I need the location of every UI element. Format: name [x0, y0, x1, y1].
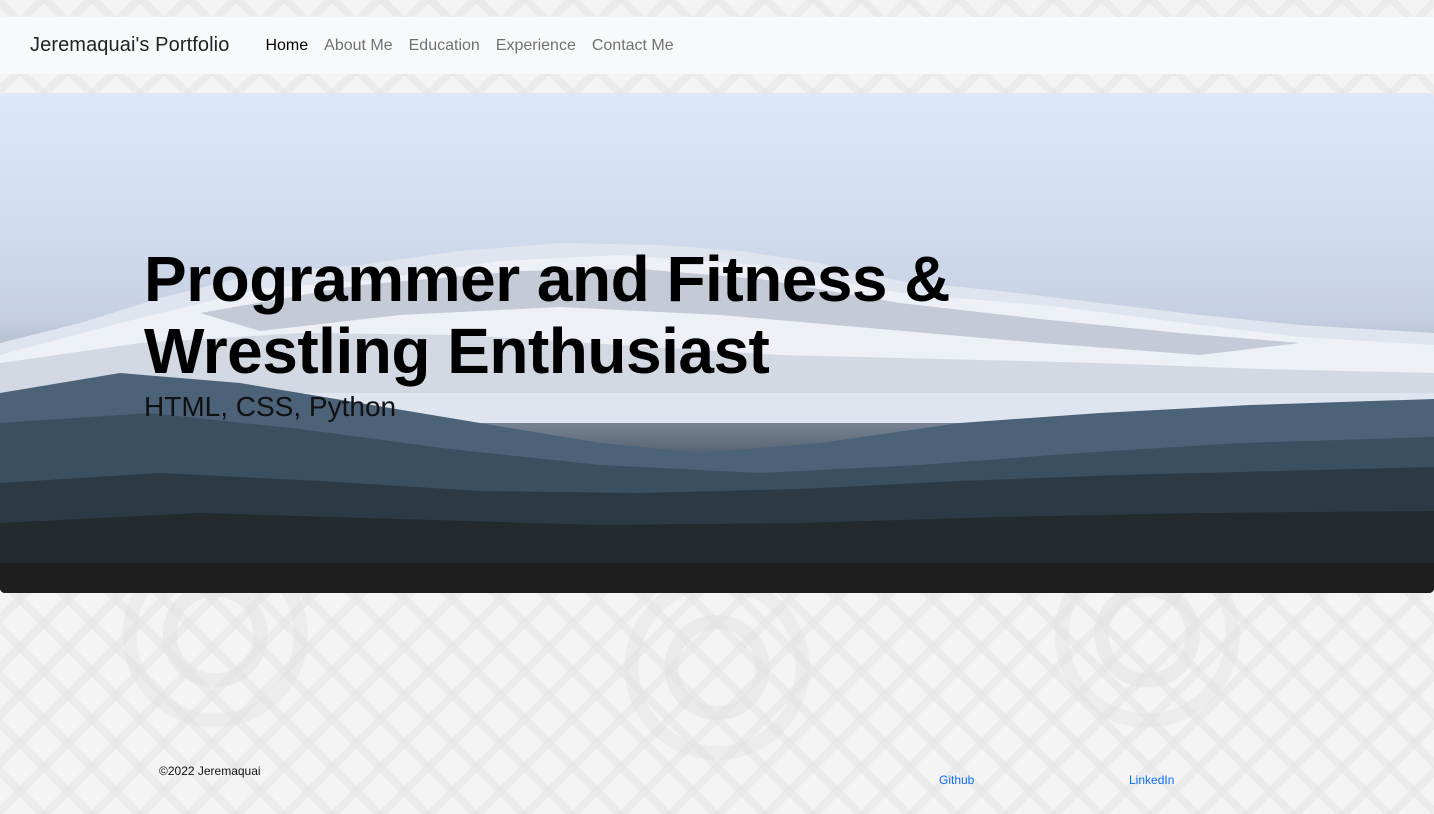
hero-title: Programmer and Fitness & Wrestling Enthu…	[144, 243, 951, 387]
footer-link-linkedin[interactable]: LinkedIn	[1129, 773, 1174, 787]
nav-link-about-me[interactable]: About Me	[324, 37, 392, 55]
nav-link-home[interactable]: Home	[265, 37, 308, 55]
nav-links: Home About Me Education Experience Conta…	[265, 37, 673, 55]
footer-copyright: ©2022 Jeremaquai	[159, 764, 261, 778]
hero-banner: Programmer and Fitness & Wrestling Enthu…	[0, 93, 1434, 593]
footer-link-github[interactable]: Github	[939, 773, 974, 787]
nav-link-experience[interactable]: Experience	[496, 37, 576, 55]
nav-link-education[interactable]: Education	[409, 37, 480, 55]
background-pattern-strip	[0, 0, 1434, 17]
nav-link-contact-me[interactable]: Contact Me	[592, 37, 674, 55]
hero-subtitle: HTML, CSS, Python	[144, 391, 397, 422]
hero-text-block: Programmer and Fitness & Wrestling Enthu…	[144, 243, 1244, 423]
navbar-brand[interactable]: Jeremaquai's Portfolio	[30, 34, 229, 57]
navbar: Jeremaquai's Portfolio Home About Me Edu…	[0, 17, 1434, 74]
